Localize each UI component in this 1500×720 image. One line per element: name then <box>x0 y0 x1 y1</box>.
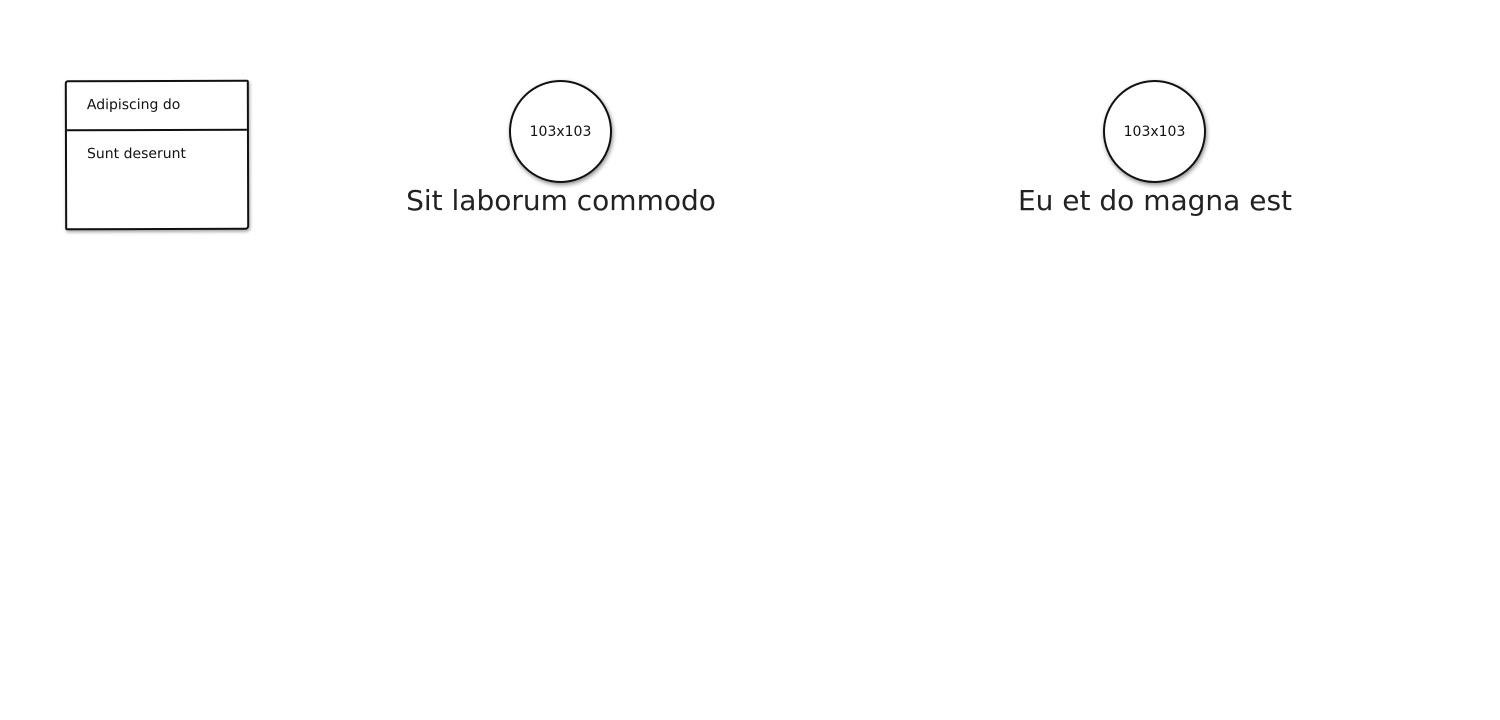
image-size-label: 103x103 <box>529 123 592 140</box>
menu-item-label: Sunt deserunt <box>86 145 187 163</box>
avatar-card: 103x103 Sit laborum commodo <box>361 80 761 230</box>
avatar-image-placeholder: 103x103 <box>1103 80 1206 183</box>
menu-item-adipiscing[interactable]: Adipiscing do <box>66 81 247 132</box>
avatar-image-placeholder: 103x103 <box>509 80 612 183</box>
menu-item-sunt-deserunt[interactable]: Sunt deserunt <box>67 131 247 180</box>
avatar-card: 103x103 Eu et do magna est <box>955 80 1355 230</box>
menu-item-label: Adipiscing do <box>86 96 181 114</box>
avatar-caption: Eu et do magna est <box>1017 184 1293 217</box>
avatar-caption: Sit laborum commodo <box>406 184 716 217</box>
image-size-label: 103x103 <box>1123 123 1186 140</box>
side-menu: Adipiscing do Sunt deserunt <box>64 79 250 231</box>
